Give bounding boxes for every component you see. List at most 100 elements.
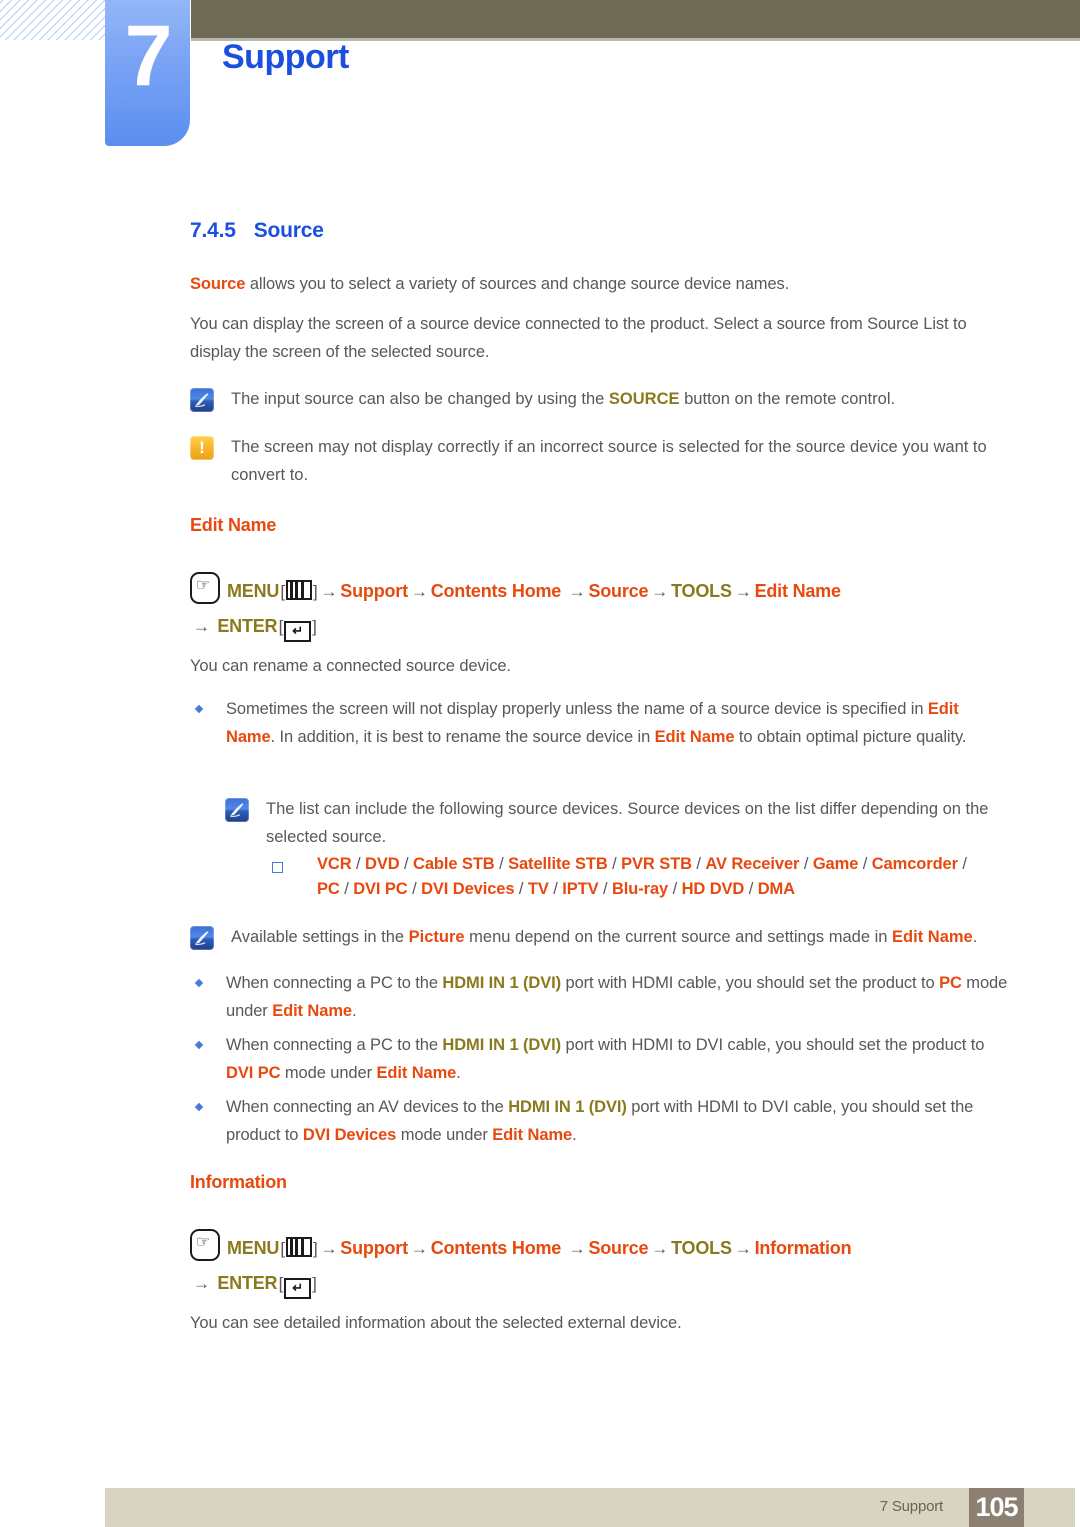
device-list-line-2: PC / DVI PC / DVI Devices / TV / IPTV / … — [317, 880, 795, 898]
note-picture-settings-text: Available settings in the Picture menu d… — [231, 923, 977, 951]
b3-term-mode: DVI PC — [226, 1064, 281, 1082]
menu-step-information: Information — [754, 1238, 852, 1258]
arrow-4: → — [651, 582, 669, 601]
menu-step-contents-home: Contents Home — [430, 1238, 562, 1258]
b2-part-a: When connecting a PC to the — [226, 974, 443, 992]
b2-term-port: HDMI IN 1 (DVI) — [442, 974, 562, 992]
hand-press-icon: ☞ — [190, 572, 220, 604]
menu-step-contents-home: Contents Home — [430, 581, 562, 601]
device-tv: TV — [527, 880, 549, 898]
subheading-edit-name: Edit Name — [190, 515, 277, 535]
enter-label: ENTER — [217, 616, 278, 636]
note-pen-icon — [190, 388, 214, 412]
b3-part-e: mode under — [280, 1064, 377, 1082]
b2-term-mode: PC — [939, 974, 962, 992]
enter-label: ENTER — [217, 1273, 278, 1293]
term-edit-name: Edit Name — [892, 928, 973, 946]
menu-key-icon — [285, 580, 312, 600]
arrow-1: → — [320, 1239, 338, 1258]
b3-part-c: port with HDMI to DVI cable, you should … — [561, 1036, 985, 1054]
device-av-receiver: AV Receiver — [705, 855, 800, 873]
menu-step-support: Support — [340, 1238, 408, 1258]
bullet-marker — [194, 1040, 204, 1050]
enter-bracket-close: ] — [312, 617, 317, 636]
chapter-number: 7 — [124, 8, 173, 104]
b2-part-c: port with HDMI cable, you should set the… — [561, 974, 940, 992]
arrow-4: → — [651, 1239, 669, 1258]
bullet-edit-name-rename-text: Sometimes the screen will not display pr… — [226, 695, 1008, 751]
note-device-list: The list can include the following sourc… — [225, 795, 1010, 851]
source-device-list: VCR / DVD / Cable STB / Satellite STB / … — [272, 852, 1012, 902]
b4-part-e: mode under — [396, 1126, 493, 1144]
caution-incorrect-source-text: The screen may not display correctly if … — [231, 438, 987, 484]
b1-part-e: to obtain optimal picture quality. — [734, 728, 967, 746]
header-olive-bar — [191, 0, 1080, 38]
b3-term-port: HDMI IN 1 (DVI) — [442, 1036, 562, 1054]
bracket-open: [ — [279, 1239, 285, 1258]
bullet-marker — [194, 1102, 204, 1112]
subheading-information: Information — [190, 1172, 287, 1192]
enter-bracket-open: [ — [277, 617, 284, 636]
menu-step-source: Source — [588, 1238, 649, 1258]
menu-step-edit-name: Edit Name — [754, 581, 841, 601]
arrow-6: → — [193, 617, 210, 636]
note1-part-c: button on the remote control. — [679, 390, 896, 408]
b4-term-mode: DVI Devices — [302, 1126, 397, 1144]
device-game: Game — [812, 855, 859, 873]
menu-label: MENU — [227, 1238, 280, 1258]
device-dma: DMA — [757, 880, 795, 898]
device-list-line-1: VCR / DVD / Cable STB / Satellite STB / … — [317, 855, 967, 873]
bullet-marker — [194, 704, 204, 714]
note4-part-e: . — [972, 928, 978, 946]
arrow-5: → — [734, 1239, 752, 1258]
bullet-edit-name-rename: Sometimes the screen will not display pr… — [194, 695, 1008, 751]
note1-part-a: The input source can also be changed by … — [231, 390, 609, 408]
device-camcorder: Camcorder — [871, 855, 958, 873]
device-iptv: IPTV — [562, 880, 599, 898]
b4-term-edit-name: Edit Name — [492, 1126, 573, 1144]
intro-paragraph-2: You can display the screen of a source d… — [190, 315, 967, 361]
device-pvr-stb: PVR STB — [621, 855, 692, 873]
menu-label: MENU — [227, 581, 280, 601]
b2-part-g: . — [351, 1002, 357, 1020]
edit-name-description: You can rename a connected source device… — [190, 657, 511, 675]
caution-incorrect-source: ! The screen may not display correctly i… — [190, 433, 1010, 489]
note-remote-source: The input source can also be changed by … — [190, 385, 1010, 413]
enter-key-icon: ↵ — [284, 621, 312, 642]
b3-part-a: When connecting a PC to the — [226, 1036, 443, 1054]
b3-part-g: . — [456, 1064, 461, 1082]
decorative-hatch-pattern — [0, 0, 108, 40]
menu-step-tools: TOOLS — [671, 1238, 732, 1258]
b4-term-port: HDMI IN 1 (DVI) — [508, 1098, 627, 1116]
menu-key-icon — [285, 1237, 312, 1257]
arrow-1: → — [320, 582, 338, 601]
bullet-hdmi-pc-text: When connecting a PC to the HDMI IN 1 (D… — [226, 969, 1008, 1025]
device-dvd: DVD — [365, 855, 400, 873]
page-number: 105 — [969, 1488, 1024, 1527]
menu-step-tools: TOOLS — [671, 581, 732, 601]
note4-part-a: Available settings in the — [231, 928, 409, 946]
bullet-hdmi-dvi-av: When connecting an AV devices to the HDM… — [194, 1093, 1008, 1149]
b4-part-a: When connecting an AV devices to the — [226, 1098, 509, 1116]
term-source-button: SOURCE — [608, 390, 680, 408]
section-title: Source — [253, 219, 324, 242]
arrow-3: → — [564, 582, 586, 601]
menu-path-information: ☞ MENU [] → Support → Contents Home → Source → T… — [190, 1229, 1020, 1301]
device-dvi-pc: DVI PC — [353, 880, 408, 898]
b4-part-g: . — [572, 1126, 577, 1144]
information-description: You can see detailed information about t… — [190, 1314, 682, 1332]
device-cable-stb: Cable STB — [413, 855, 495, 873]
bullet-hdmi-dvi-pc-text: When connecting a PC to the HDMI IN 1 (D… — [226, 1031, 1008, 1087]
b1-term-2: Edit Name — [654, 728, 735, 746]
bullet-hdmi-pc: When connecting a PC to the HDMI IN 1 (D… — [194, 969, 1008, 1025]
device-bluray: Blu-ray — [611, 880, 669, 898]
caution-exclamation-icon: ! — [190, 436, 214, 460]
menu-step-source: Source — [588, 581, 649, 601]
hand-glyph: ☞ — [195, 577, 211, 594]
arrow-3: → — [564, 1239, 586, 1258]
bullet-marker — [194, 978, 204, 988]
hand-press-icon: ☞ — [190, 1229, 220, 1261]
footer-chapter-label: 7 Support — [879, 1498, 943, 1515]
device-vcr: VCR — [317, 855, 352, 873]
enter-key-icon: ↵ — [284, 1278, 312, 1299]
